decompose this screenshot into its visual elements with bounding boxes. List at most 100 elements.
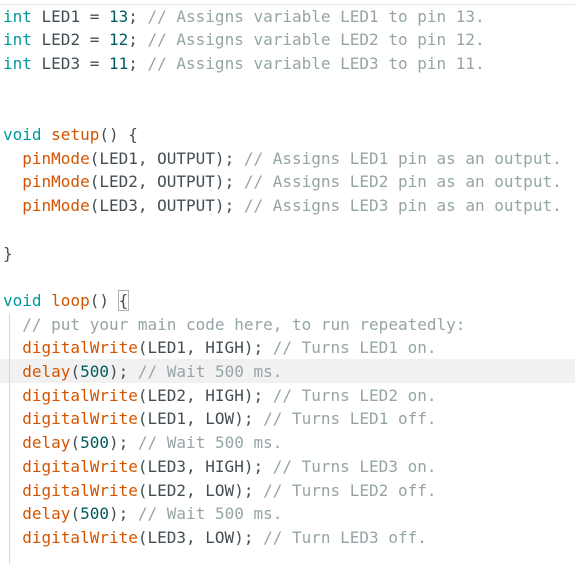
token-num: 500 [80,433,109,453]
code-line[interactable]: pinMode(LED3, OUTPUT); // Assigns LED3 p… [3,194,562,218]
token-comment: // Wait 500 ms. [137,362,283,381]
token-ident [3,481,22,500]
code-editor[interactable]: int LED1 = 13; // Assigns variable LED1 … [0,0,575,577]
code-line[interactable]: // put your main code here, to run repea… [3,313,465,337]
token-ident: (LED3, LOW); [137,527,264,547]
token-punct: } [3,243,13,263]
token-ident: LED3 = [31,53,109,73]
token-punct: ; [128,53,148,73]
token-ident: LED1 = [31,6,109,26]
token-ident: (LED1, OUTPUT); [89,148,244,168]
token-num: 12 [108,30,129,50]
token-num: 500 [80,362,109,381]
code-line[interactable]: digitalWrite(LED1, LOW); // Turns LED1 o… [3,407,436,431]
token-ident: (LED1, HIGH); [137,338,273,358]
token-punct: ); [108,433,138,453]
token-comment: // Assigns variable LED2 to pin 12. [147,30,485,50]
token-ident: (LED2, HIGH); [137,385,273,405]
token-kw-func: delay [22,504,71,524]
token-ident: LED2 = [31,30,109,50]
code-line[interactable]: digitalWrite(LED2, HIGH); // Turns LED2 … [3,384,436,408]
token-punct: ( [70,433,81,453]
token-num: 500 [80,504,109,524]
token-punct: ; [128,30,148,50]
token-kw-func: setup [51,125,100,144]
token-comment: // Turn LED3 off. [263,527,427,547]
code-line[interactable]: } [3,242,13,266]
code-line[interactable]: void setup() { [3,123,138,147]
code-line[interactable]: int LED3 = 11; // Assigns variable LED3 … [3,52,485,76]
token-kw-func: delay [22,362,71,381]
token-ident [42,125,52,144]
token-punct: ); [108,362,138,381]
token-kw-type: int [3,53,32,73]
token-ident [3,528,22,547]
token-kw-func: digitalWrite [22,480,138,500]
token-ident [3,386,22,405]
token-comment: // Turns LED2 off. [263,480,437,500]
code-line[interactable]: digitalWrite(LED1, HIGH); // Turns LED1 … [3,336,436,360]
code-line[interactable]: digitalWrite(LED3, HIGH); // Turns LED3 … [3,455,436,479]
token-punct: () { [99,125,138,144]
token-ident [3,172,22,191]
code-line[interactable]: digitalWrite(LED2, LOW); // Turns LED2 o… [3,479,436,503]
token-punct: ( [70,504,81,524]
code-line[interactable]: delay(500); // Wait 500 ms. [3,431,282,455]
token-punct: ; [128,6,148,26]
token-comment: // put your main code here, to run repea… [22,314,466,334]
token-comment: // Assigns LED2 pin as an output. [243,172,562,192]
token-kw-type: void [3,290,42,310]
token-comment: // Turns LED1 off. [263,409,437,429]
token-punct: { [117,289,130,311]
token-kw-func: pinMode [22,172,90,192]
token-comment: // Assigns LED1 pin as an output. [243,148,562,168]
token-comment: // Assigns variable LED3 to pin 11. [147,53,485,73]
code-line[interactable]: delay(500); // Wait 500 ms. [3,360,282,384]
token-ident [3,504,22,523]
token-kw-func: pinMode [22,148,90,168]
token-kw-type: int [3,30,32,50]
token-num: 11 [108,53,129,73]
token-comment: // Turns LED2 on. [272,385,437,405]
token-num: 13 [108,6,129,26]
token-ident [3,409,22,428]
token-kw-func: digitalWrite [22,409,138,429]
token-kw-type: int [3,6,32,26]
token-kw-func: digitalWrite [22,385,138,405]
token-comment: // Turns LED3 on. [272,456,437,476]
token-punct: ( [70,362,81,381]
token-comment: // Turns LED1 on. [272,338,437,358]
token-kw-func: digitalWrite [22,338,138,358]
code-line[interactable]: pinMode(LED2, OUTPUT); // Assigns LED2 p… [3,170,562,194]
token-ident [3,433,22,452]
token-ident: (LED2, OUTPUT); [89,172,244,192]
token-kw-func: pinMode [22,196,90,216]
token-ident: (LED3, OUTPUT); [89,196,244,216]
token-ident [3,338,22,357]
token-kw-func: digitalWrite [22,527,138,547]
token-ident [42,291,52,310]
token-comment: // Wait 500 ms. [137,433,283,453]
code-line[interactable]: delay(500); // Wait 500 ms. [3,502,282,526]
code-line[interactable]: digitalWrite(LED3, LOW); // Turn LED3 of… [3,526,427,550]
token-comment: // Wait 500 ms. [137,504,283,524]
token-ident [3,149,22,168]
token-ident [3,457,22,476]
token-ident [3,196,22,215]
code-line[interactable]: pinMode(LED1, OUTPUT); // Assigns LED1 p… [3,147,562,171]
token-kw-func: delay [22,433,71,453]
token-kw-type: void [3,125,42,144]
token-punct: () [89,290,119,310]
token-ident [3,315,22,334]
token-ident: (LED2, LOW); [137,480,264,500]
code-line[interactable]: int LED2 = 12; // Assigns variable LED2 … [3,28,485,52]
code-line[interactable]: int LED1 = 13; // Assigns variable LED1 … [3,5,485,29]
token-ident [3,362,22,381]
token-ident: (LED1, LOW); [137,409,264,429]
code-line[interactable]: void loop() { [3,289,130,313]
token-comment: // Assigns LED3 pin as an output. [243,196,562,216]
token-kw-func: loop [51,290,90,310]
token-comment: // Assigns variable LED1 to pin 13. [147,6,485,26]
token-kw-func: digitalWrite [22,456,138,476]
token-ident: (LED3, HIGH); [137,456,273,476]
